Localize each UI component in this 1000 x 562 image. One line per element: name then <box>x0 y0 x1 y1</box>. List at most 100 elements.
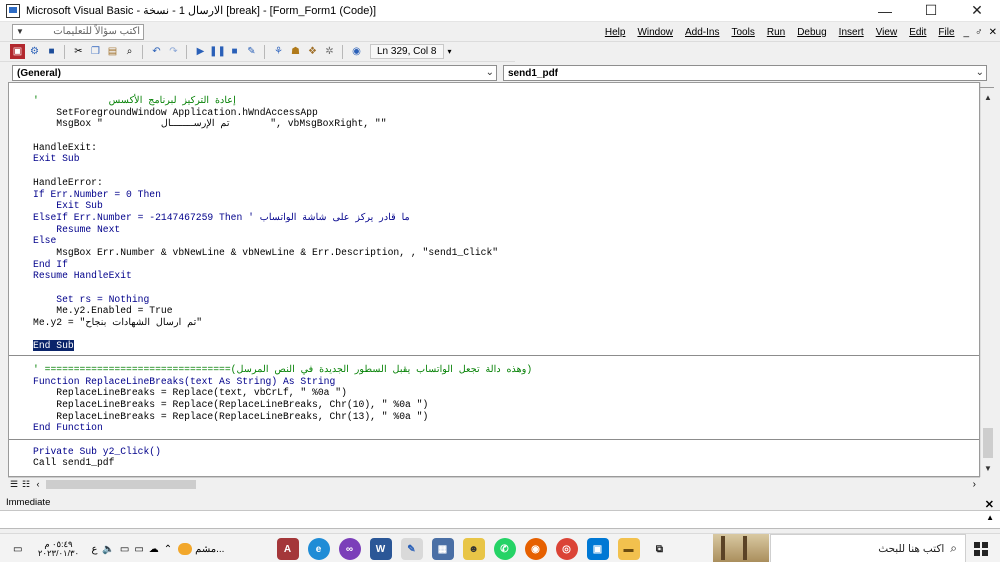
chrome-icon[interactable]: ◎ <box>555 538 578 560</box>
menu-add-ins[interactable]: Add-Ins <box>679 27 725 38</box>
splitter-bar[interactable] <box>980 82 994 88</box>
hscroll-thumb[interactable] <box>46 480 196 489</box>
edge-icon[interactable]: e <box>307 538 330 560</box>
menu-edit[interactable]: Edit <box>903 27 932 38</box>
access-view-icon[interactable]: ▣ <box>10 44 25 59</box>
find-icon[interactable]: ⌕ <box>122 44 137 59</box>
code-line: Else <box>33 235 57 247</box>
access-app-icon[interactable]: A <box>276 538 299 560</box>
immediate-close-button[interactable]: ✕ <box>985 498 994 511</box>
design-mode-icon[interactable]: ✎ <box>244 44 259 59</box>
taskbar-search-box[interactable]: اكتب هنا للبحث ⌕ <box>770 534 966 562</box>
code-line: End Function <box>33 422 103 434</box>
object-combo-value: (General) <box>17 67 61 79</box>
network-icon[interactable]: ▭ <box>120 544 129 555</box>
menu-window[interactable]: Window <box>631 27 679 38</box>
mdi-minimize-button[interactable]: _ <box>961 27 973 38</box>
menu-file[interactable]: File <box>932 27 960 38</box>
language-indicator[interactable]: ع <box>91 544 97 555</box>
vertical-scrollbar[interactable]: ▲ ▼ <box>980 82 994 477</box>
toolbar-separator <box>186 44 190 59</box>
copy-icon[interactable]: ❐ <box>88 44 103 59</box>
undo-icon[interactable]: ↶ <box>149 44 164 59</box>
help-placeholder: اكتب سؤالاً للتعليمات <box>53 26 140 37</box>
volume-icon[interactable]: 🔈 <box>102 544 114 555</box>
properties-window-icon[interactable]: ☗ <box>288 44 303 59</box>
word-icon[interactable]: W <box>369 538 392 560</box>
standard-toolbar: ▣ ⚙ ■ ✂ ❐ ▤ ⌕ ↶ ↷ ▶ ❚❚ ■ ✎ ⚘ ☗ ❖ ✲ ◉ Ln … <box>0 42 515 62</box>
scroll-up-icon[interactable]: ▲ <box>982 92 994 104</box>
close-button[interactable]: ✕ <box>954 0 1000 22</box>
notification-icon[interactable]: ▭ <box>13 544 22 555</box>
file-explorer-icon[interactable]: ▬ <box>617 538 640 560</box>
horizontal-scrollbar[interactable]: ☰ ☷ ‹ › <box>8 477 980 490</box>
scroll-up-icon[interactable]: ▲ <box>986 513 994 522</box>
firefox-icon[interactable]: ◉ <box>524 538 547 560</box>
immediate-title: Immediate <box>0 497 1000 511</box>
code-line: Resume HandleExit <box>33 270 132 282</box>
scroll-left-icon[interactable]: ‹ <box>32 478 44 490</box>
weather-widget[interactable]: مشم... <box>178 543 224 555</box>
object-browser-icon[interactable]: ❖ <box>305 44 320 59</box>
game-icon[interactable]: ☻ <box>462 538 485 560</box>
scrollbar-thumb[interactable] <box>983 428 993 458</box>
onedrive-icon[interactable]: ☁ <box>149 544 159 555</box>
scroll-right-icon[interactable]: › <box>973 479 976 490</box>
reset-icon[interactable]: ■ <box>227 44 242 59</box>
object-combo[interactable]: (General) ⌄ <box>12 65 497 81</box>
minimize-button[interactable]: — <box>862 0 908 22</box>
menu-view[interactable]: View <box>870 27 904 38</box>
menu-help[interactable]: Help <box>599 27 632 38</box>
code-line: MsgBox " تم الإرســــــــال ", vbMsgBoxR… <box>33 118 387 130</box>
menu-debug[interactable]: Debug <box>791 27 832 38</box>
scroll-down-icon[interactable]: ▼ <box>982 463 994 475</box>
mdi-restore-button[interactable]: ♂ <box>972 27 986 38</box>
help-icon[interactable]: ◉ <box>349 44 364 59</box>
help-question-box[interactable]: ▼ اكتب سؤالاً للتعليمات <box>12 23 144 40</box>
code-line: Me.y2.Enabled = True <box>33 305 173 317</box>
code-line: End Sub <box>33 340 74 352</box>
code-lines: ' إعادة التركيز لبرنامج الأكسس SetForegr… <box>33 95 532 469</box>
insert-userform-icon[interactable]: ⚙ <box>27 44 42 59</box>
notepad-icon[interactable]: ✎ <box>400 538 423 560</box>
whatsapp-icon[interactable]: ✆ <box>493 538 516 560</box>
paste-icon[interactable]: ▤ <box>105 44 120 59</box>
store-icon[interactable]: ▣ <box>586 538 609 560</box>
calculator-icon[interactable]: ▦ <box>431 538 454 560</box>
chevron-up-icon[interactable]: ⌃ <box>164 544 172 555</box>
app-icon-purple[interactable]: ∞ <box>338 538 361 560</box>
code-line: HandleExit: <box>33 141 97 153</box>
menu-tools[interactable]: Tools <box>725 27 760 38</box>
toolbox-icon[interactable]: ✲ <box>322 44 337 59</box>
battery-icon[interactable]: ▭ <box>134 544 143 555</box>
maximize-button[interactable]: ☐ <box>908 0 954 22</box>
procedure-view-icon[interactable]: ☰ <box>8 478 20 490</box>
clock[interactable]: ٠٥:٤٩ م ٢٠٢٣/٠١/٣٠ <box>30 540 86 558</box>
code-line: Resume Next <box>33 223 121 235</box>
cut-icon[interactable]: ✂ <box>71 44 86 59</box>
chevron-down-icon[interactable]: ⌄ <box>976 67 984 78</box>
save-icon[interactable]: ■ <box>44 44 59 59</box>
mdi-close-button[interactable]: ✕ <box>986 27 1000 38</box>
toolbar-options-icon[interactable]: ▾ <box>448 47 452 56</box>
project-explorer-icon[interactable]: ⚘ <box>271 44 286 59</box>
windows-start-icon[interactable] <box>974 542 988 556</box>
toolbar-separator <box>342 44 346 59</box>
full-module-view-icon[interactable]: ☷ <box>20 478 32 490</box>
chevron-down-icon[interactable]: ▼ <box>16 27 24 36</box>
search-highlight-image <box>713 534 769 562</box>
task-view-icon[interactable]: ⧉ <box>649 538 671 560</box>
menu-insert[interactable]: Insert <box>833 27 870 38</box>
immediate-window[interactable]: ▲ <box>0 511 1000 529</box>
code-line: Exit Sub <box>33 153 80 165</box>
chevron-down-icon[interactable]: ⌄ <box>486 67 494 78</box>
code-editor[interactable]: ' إعادة التركيز لبرنامج الأكسس SetForegr… <box>8 82 980 477</box>
redo-icon[interactable]: ↷ <box>166 44 181 59</box>
run-icon[interactable]: ▶ <box>193 44 208 59</box>
procedure-combo[interactable]: send1_pdf ⌄ <box>503 65 987 81</box>
break-icon[interactable]: ❚❚ <box>209 44 226 59</box>
search-placeholder: اكتب هنا للبحث <box>878 542 945 555</box>
taskbar: ▭ ٠٥:٤٩ م ٢٠٢٣/٠١/٣٠ ع 🔈 ▭ ▭ ☁ ⌃ مشم... … <box>0 533 1000 562</box>
menu-run[interactable]: Run <box>761 27 791 38</box>
